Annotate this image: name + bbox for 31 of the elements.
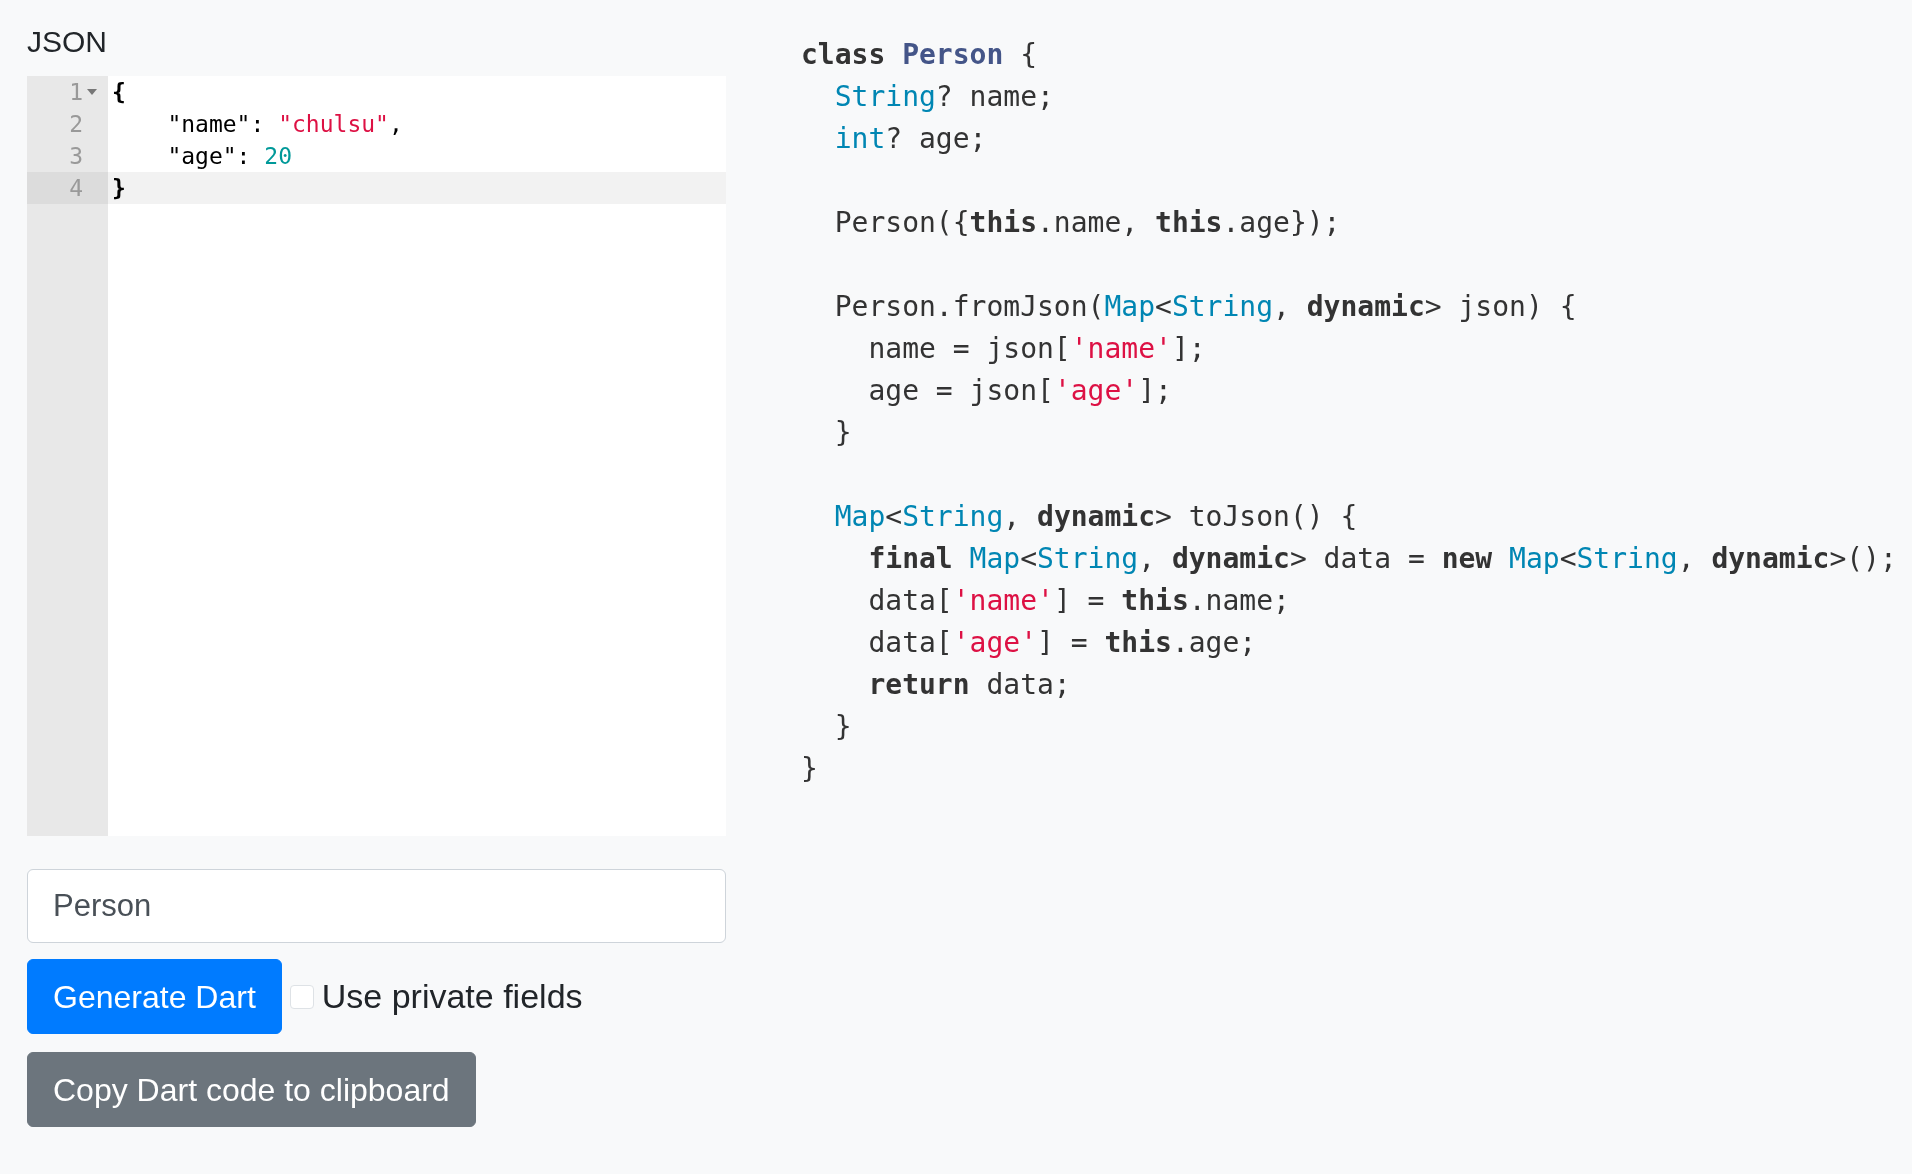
- code-line: Person({this.name, this.age});: [833, 205, 1341, 241]
- code-line: String? name;: [833, 79, 1054, 115]
- checkbox-label[interactable]: Use private fields: [321, 971, 583, 1022]
- generate-button[interactable]: Generate Dart: [27, 959, 282, 1034]
- code-line: data['name'] = this.name;: [867, 583, 1290, 619]
- checkbox[interactable]: [289, 984, 314, 1009]
- editor-label: JSON: [27, 24, 107, 60]
- line-number: 4: [69, 173, 83, 203]
- code-line: int? age;: [833, 121, 987, 157]
- code-line: }: [833, 415, 852, 451]
- code-line: class Person {: [801, 37, 1038, 73]
- code-line: "name": "chulsu",: [166, 110, 403, 139]
- copy-button[interactable]: Copy Dart code to clipboard: [27, 1052, 476, 1127]
- code-line: {: [112, 78, 126, 107]
- line-number: 2: [69, 109, 83, 139]
- code-line: return data;: [867, 667, 1071, 703]
- fold-caret-icon[interactable]: [86, 88, 98, 96]
- code-line: final Map<String, dynamic> data = new Map<String, dynamic>();: [867, 541, 1897, 577]
- line-number: 1: [69, 77, 83, 107]
- line-number: 3: [69, 141, 83, 171]
- code-line: name = json['name'];: [867, 331, 1206, 367]
- code-line: Person.fromJson(Map<String, dynamic> json) {: [833, 289, 1577, 325]
- code-line: age = json['age'];: [867, 373, 1172, 409]
- code-editor[interactable]: 1 2 3 4 { "name": "chulsu", "age": 20 }: [27, 76, 726, 836]
- code-line: }: [833, 709, 852, 745]
- code-line: Map<String, dynamic> toJson() {: [833, 499, 1358, 535]
- code-line: data['age'] = this.age;: [867, 625, 1257, 661]
- code-line: "age": 20: [166, 142, 293, 171]
- code-line: }: [112, 174, 126, 203]
- class-name-field[interactable]: Person: [27, 869, 726, 943]
- code-line: }: [801, 751, 818, 787]
